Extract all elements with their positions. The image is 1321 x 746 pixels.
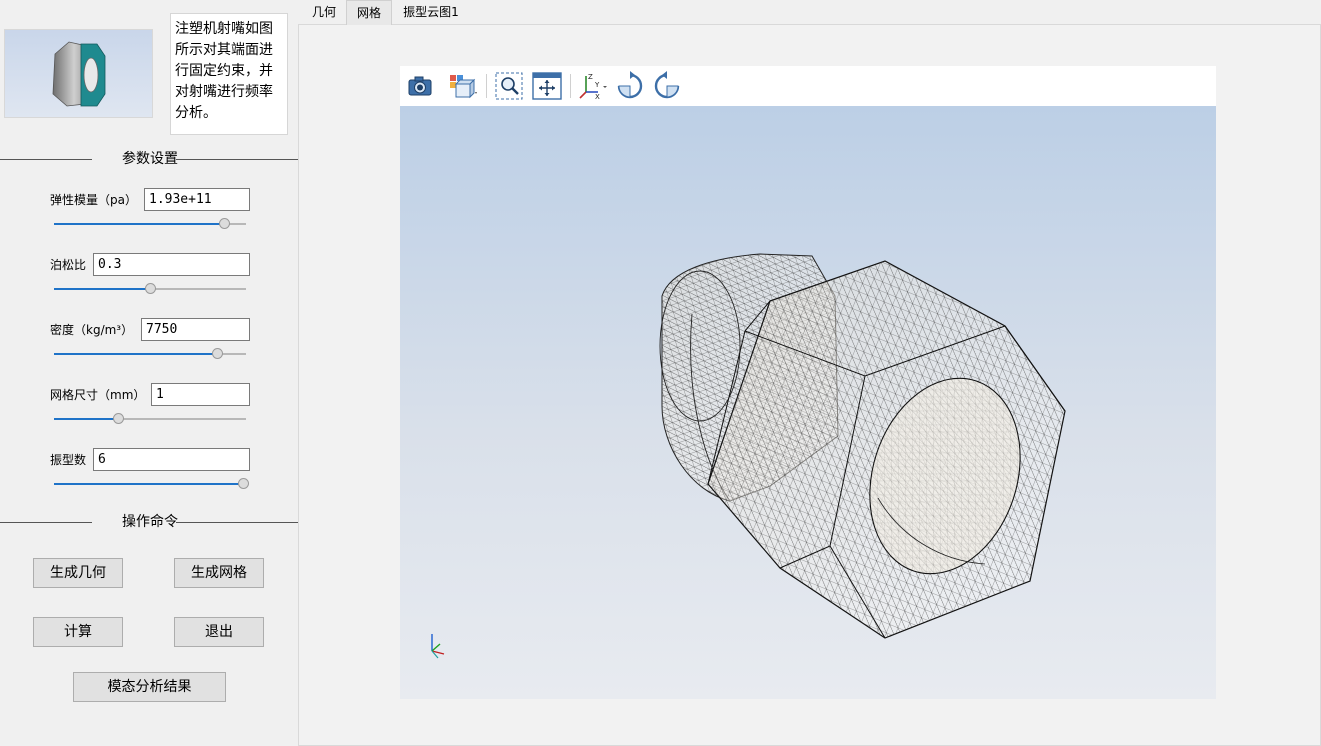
slider-handle[interactable] (219, 218, 230, 229)
elastic-modulus-slider[interactable] (54, 217, 246, 231)
slider-handle[interactable] (212, 348, 223, 359)
camera-icon[interactable] (404, 70, 436, 102)
params-group-title: 参数设置 (0, 151, 300, 167)
ops-title: 操作命令 (122, 514, 178, 530)
poisson-ratio-slider[interactable] (54, 282, 246, 296)
axes-icon[interactable]: ZYX (576, 70, 608, 102)
exit-button[interactable]: 退出 (174, 617, 264, 647)
generate-mesh-button[interactable]: 生成网格 (174, 558, 264, 588)
tab-geometry[interactable]: 几何 (302, 0, 346, 25)
tab-mode-shape-1[interactable]: 振型云图1 (396, 0, 466, 25)
generate-geometry-button[interactable]: 生成几何 (33, 558, 123, 588)
slider-handle[interactable] (113, 413, 124, 424)
param-label-mode-count: 振型数 (50, 453, 87, 467)
param-label-poisson-ratio: 泊松比 (50, 258, 87, 272)
axis-triad-icon (431, 634, 445, 659)
tab-mesh[interactable]: 网格 (346, 0, 392, 25)
toolbar-separator (486, 74, 487, 98)
svg-text:Z: Z (588, 73, 593, 81)
svg-text:Y: Y (594, 81, 600, 89)
zoom-box-icon[interactable] (493, 70, 525, 102)
ops-group-title: 操作命令 (0, 514, 300, 530)
rotate-cw-icon[interactable] (614, 70, 646, 102)
viewer-toolbar: ZYX (400, 66, 1216, 106)
modal-results-button[interactable]: 模态分析结果 (73, 672, 226, 702)
param-label-elastic-modulus: 弹性模量（pa） (50, 193, 137, 207)
fit-all-icon[interactable] (531, 70, 563, 102)
tab-bar: 几何 网格 振型云图1 (300, 0, 1321, 25)
param-label-mesh-size: 网格尺寸（mm） (50, 388, 146, 402)
mode-count-slider[interactable] (54, 477, 249, 491)
description-box: 注塑机射嘴如图所示对其端面进行固定约束，并对射嘴进行频率分析。 (170, 13, 288, 135)
mode-count-input[interactable]: 6 (93, 448, 250, 471)
density-slider[interactable] (54, 347, 246, 361)
svg-text:X: X (595, 93, 600, 101)
params-title: 参数设置 (122, 151, 178, 167)
preview-thumbnail (4, 29, 153, 118)
nozzle-preview-image (52, 41, 106, 107)
compute-button[interactable]: 计算 (33, 617, 123, 647)
3d-viewport[interactable] (400, 106, 1216, 699)
density-input[interactable]: 7750 (141, 318, 250, 341)
view-cube-icon[interactable] (446, 70, 478, 102)
slider-handle[interactable] (145, 283, 156, 294)
mesh-render (431, 253, 1066, 659)
param-label-density: 密度（kg/m³） (50, 323, 134, 337)
poisson-ratio-input[interactable]: 0.3 (93, 253, 250, 276)
elastic-modulus-input[interactable]: 1.93e+11 (144, 188, 250, 211)
slider-handle[interactable] (238, 478, 249, 489)
rotate-ccw-icon[interactable] (651, 70, 683, 102)
left-panel: 注塑机射嘴如图所示对其端面进行固定约束，并对射嘴进行频率分析。 参数设置 弹性模… (0, 0, 300, 746)
mesh-size-input[interactable]: 1 (151, 383, 250, 406)
mesh-size-slider[interactable] (54, 412, 246, 426)
toolbar-separator (570, 74, 571, 98)
